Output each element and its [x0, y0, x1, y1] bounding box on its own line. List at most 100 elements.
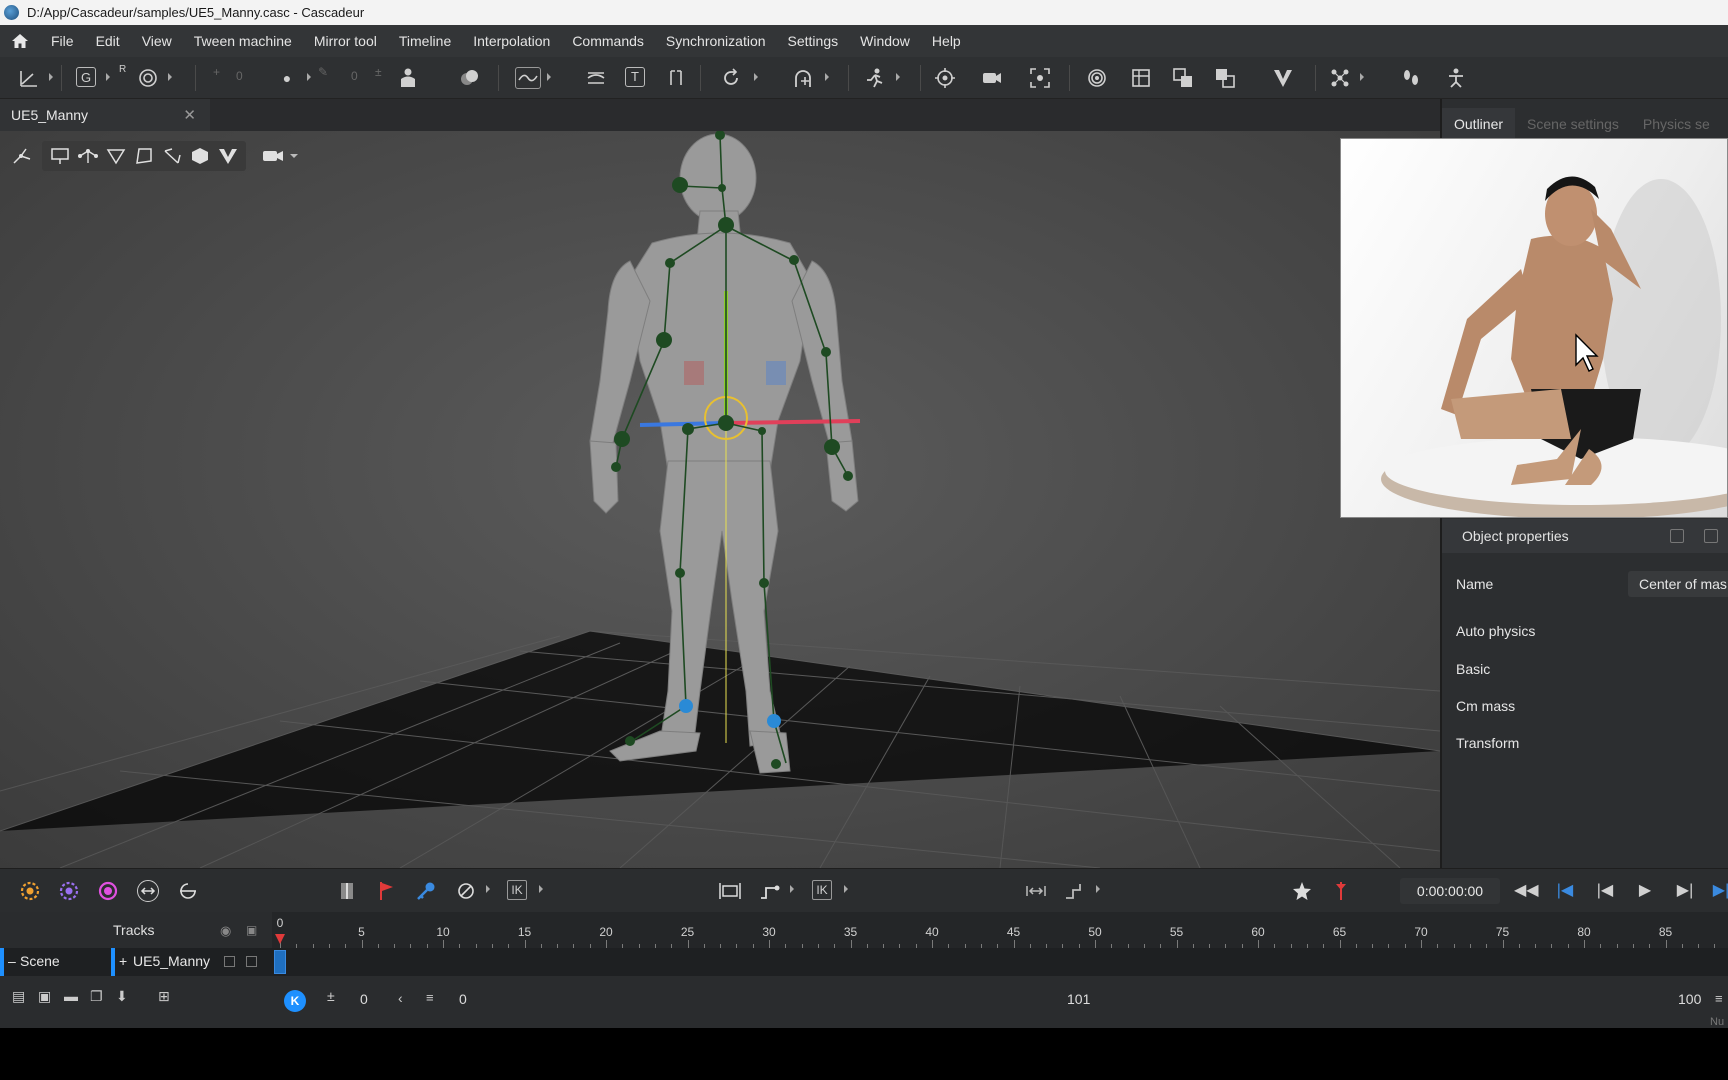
polygon-select-icon[interactable]: [130, 143, 158, 169]
dropdown-caret-icon[interactable]: [168, 73, 172, 81]
key-icon[interactable]: [415, 880, 437, 902]
object-expand-icon[interactable]: +: [119, 953, 127, 969]
section-transform[interactable]: Transform: [1442, 726, 1728, 760]
list-icon[interactable]: ≡: [426, 990, 434, 1005]
dropdown-caret-icon[interactable]: [754, 73, 758, 81]
step-curve-icon[interactable]: [1064, 880, 1086, 902]
dropdown-caret-icon[interactable]: [844, 885, 848, 893]
close-icon[interactable]: ✕: [183, 106, 196, 124]
menu-commands[interactable]: Commands: [561, 25, 655, 57]
expand-icon[interactable]: [1704, 529, 1718, 543]
split-icon[interactable]: ⊞: [158, 988, 170, 1005]
ik-toggle-1[interactable]: IK: [507, 880, 527, 900]
menu-edit[interactable]: Edit: [85, 25, 131, 57]
red-playhead-icon[interactable]: [1330, 880, 1352, 902]
auto-key-icon[interactable]: K: [284, 990, 306, 1012]
frame-ruler[interactable]: 0 5 10 15 20 25 30 35 40 45 50 55 60 65 70 75 80 85: [272, 912, 1728, 948]
curve-interpolation-icon[interactable]: [515, 67, 541, 89]
lasso-select-icon[interactable]: [158, 143, 186, 169]
dropdown-caret-icon[interactable]: [307, 73, 311, 81]
duplicate-icon[interactable]: ❐: [90, 988, 103, 1005]
menu-icon[interactable]: ≡: [1715, 991, 1723, 1006]
joints-select-icon[interactable]: [74, 143, 102, 169]
lock-checkbox[interactable]: [246, 956, 257, 967]
menu-help[interactable]: Help: [921, 25, 972, 57]
ik-toggle-2[interactable]: IK: [812, 880, 832, 900]
crosshair-icon[interactable]: [934, 67, 956, 89]
mesh-cube-icon[interactable]: [186, 143, 214, 169]
pivot-target-icon[interactable]: [137, 67, 159, 89]
timecode-display[interactable]: 0:00:00:00: [1400, 878, 1500, 904]
track-remove-icon[interactable]: ▬: [64, 988, 78, 1004]
play-icon[interactable]: ▶: [1634, 880, 1656, 902]
smooth-curves-icon[interactable]: [585, 67, 607, 89]
visibility-checkbox[interactable]: [224, 956, 235, 967]
menu-timeline[interactable]: Timeline: [388, 25, 462, 57]
purple-gear-icon[interactable]: [58, 880, 80, 902]
chevron-left-icon[interactable]: ‹: [398, 990, 403, 1006]
menu-mirror-tool[interactable]: Mirror tool: [303, 25, 388, 57]
dropdown-caret-icon[interactable]: [547, 73, 551, 81]
dropdown-caret-icon[interactable]: [896, 73, 900, 81]
star-pin-icon[interactable]: [1291, 880, 1313, 902]
dropdown-caret-icon[interactable]: [825, 73, 829, 81]
paste-pose-icon[interactable]: [1214, 67, 1236, 89]
menu-interpolation[interactable]: Interpolation: [462, 25, 561, 57]
bone-select-icon[interactable]: [8, 143, 36, 169]
shape-blend-icon[interactable]: [458, 67, 480, 89]
keyframe-marker-icon[interactable]: [336, 880, 358, 902]
rig-points-icon[interactable]: [1329, 67, 1351, 89]
path-curve-icon[interactable]: [758, 880, 780, 902]
frame-focus-icon[interactable]: [1029, 67, 1051, 89]
dropdown-caret-icon[interactable]: [49, 73, 53, 81]
home-icon[interactable]: [0, 33, 40, 49]
stepper-up-icon[interactable]: +: [213, 65, 220, 79]
viewport-camera-icon[interactable]: [260, 143, 288, 169]
go-to-start-icon[interactable]: |◀: [1554, 880, 1576, 902]
dot-point-icon[interactable]: ●: [276, 67, 298, 89]
camera-icon[interactable]: [981, 67, 1003, 89]
section-basic[interactable]: Basic: [1442, 652, 1728, 686]
eye-hidden-icon[interactable]: ◉: [220, 923, 231, 939]
dropdown-caret-icon[interactable]: [790, 885, 794, 893]
menu-settings[interactable]: Settings: [777, 25, 850, 57]
tab-physics-settings[interactable]: Physics se: [1631, 108, 1722, 140]
start-frame-value[interactable]: 0: [360, 991, 368, 1007]
frame-range-icon[interactable]: [719, 880, 741, 902]
red-flag-icon[interactable]: [376, 880, 398, 902]
dropdown-caret-icon[interactable]: [1360, 73, 1364, 81]
scene-collapse-icon[interactable]: –: [8, 953, 16, 969]
no-entry-icon[interactable]: [455, 880, 477, 902]
end-frame-value[interactable]: 100: [1678, 991, 1701, 1007]
download-icon[interactable]: ⬇: [116, 988, 128, 1005]
playhead-marker[interactable]: [275, 934, 285, 944]
menu-tween-machine[interactable]: Tween machine: [183, 25, 303, 57]
orange-gear-icon[interactable]: [19, 880, 41, 902]
text-tool-button[interactable]: T: [625, 67, 645, 87]
section-auto-physics[interactable]: Auto physics: [1442, 614, 1728, 648]
stepper-icon[interactable]: ±: [375, 65, 382, 79]
section-cm-mass[interactable]: Cm mass: [1442, 689, 1728, 723]
pen-icon[interactable]: ✎: [318, 65, 328, 79]
tab-outliner[interactable]: Outliner: [1442, 108, 1516, 140]
vertex-select-icon[interactable]: [102, 143, 130, 169]
collapse-icon[interactable]: [1670, 529, 1684, 543]
dropdown-caret-icon[interactable]: [1096, 885, 1100, 893]
refresh-icon[interactable]: [177, 880, 199, 902]
stepper-icon[interactable]: ±: [327, 988, 335, 1004]
physics-character-icon[interactable]: [1445, 67, 1467, 89]
running-man-icon[interactable]: [863, 67, 885, 89]
tab-ue5-manny[interactable]: UE5_Manny ✕: [0, 99, 210, 131]
keyframe-block[interactable]: [274, 950, 286, 974]
prev-frame-icon[interactable]: |◀: [1594, 880, 1616, 902]
fit-interval-icon[interactable]: [1025, 880, 1047, 902]
copy-pose-icon[interactable]: [1172, 67, 1194, 89]
rotate-loop-icon[interactable]: [720, 67, 742, 89]
spiral-icon[interactable]: [1086, 67, 1108, 89]
axis-graph-icon[interactable]: [18, 67, 40, 89]
character-icon[interactable]: [397, 67, 419, 89]
tab-scene-settings[interactable]: Scene settings: [1515, 108, 1631, 140]
bracket-icon[interactable]: [665, 67, 687, 89]
global-mode-button[interactable]: G: [76, 67, 96, 87]
loop-frames-icon[interactable]: [137, 880, 159, 902]
